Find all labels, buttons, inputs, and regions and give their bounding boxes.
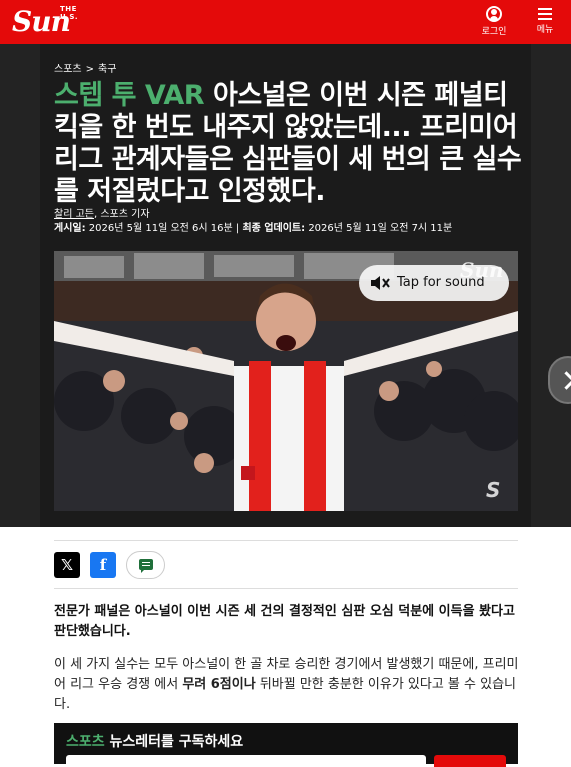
author-role: , 스포츠 기자 bbox=[93, 209, 150, 220]
share-facebook-button[interactable]: f bbox=[90, 552, 116, 578]
menu-button[interactable]: 메뉴 bbox=[530, 6, 560, 40]
video-watermark-logo: Sun bbox=[460, 258, 504, 282]
breadcrumb-item-football[interactable]: 축구 bbox=[98, 64, 116, 75]
newsletter-title-accent: 스포츠 bbox=[66, 734, 105, 750]
newsletter-email-field[interactable] bbox=[66, 755, 426, 767]
logo-edition: THE U.S. bbox=[60, 5, 79, 21]
comment-icon bbox=[139, 559, 153, 573]
published-date: 2026년 5월 11일 오전 6시 16분 bbox=[85, 223, 233, 234]
published-label: 게시일: bbox=[54, 223, 86, 234]
breadcrumb-separator: > bbox=[85, 64, 94, 75]
byline: 찰리 고든, 스포츠 기자 게시일: 2026년 5월 11일 오전 6시 16… bbox=[54, 208, 452, 236]
newsletter-title-text: 뉴스레터를 구독하세요 bbox=[104, 734, 244, 750]
login-label: 로그인 bbox=[481, 27, 507, 37]
date-divider: | bbox=[232, 223, 243, 234]
updated-label: 최종 업데이트: bbox=[242, 223, 306, 234]
paragraph-highlight: 무려 6점이나 bbox=[182, 677, 256, 692]
user-icon bbox=[486, 6, 502, 22]
photo-agency-mark: S bbox=[486, 478, 501, 502]
newsletter-submit-button[interactable] bbox=[434, 755, 506, 767]
login-button[interactable]: 로그인 bbox=[478, 6, 510, 40]
updated-date: 2026년 5월 11일 오전 7시 11분 bbox=[305, 223, 453, 234]
share-divider-top bbox=[54, 540, 518, 541]
headline-kicker: 스텝 투 VAR bbox=[54, 80, 205, 111]
breadcrumb-item-sports[interactable]: 스포츠 bbox=[54, 64, 82, 75]
article-paragraph: 이 세 가지 실수는 모두 아스널이 한 골 차로 승리한 경기에서 발생했기 … bbox=[54, 655, 524, 715]
author-link[interactable]: 찰리 고든 bbox=[54, 209, 94, 220]
hamburger-icon bbox=[538, 8, 552, 20]
newsletter-title: 스포츠 뉴스레터를 구독하세요 bbox=[66, 731, 243, 751]
share-x-button[interactable]: 𝕏 bbox=[54, 552, 80, 578]
breadcrumb: 스포츠 > 축구 bbox=[54, 60, 116, 75]
share-divider-bottom bbox=[54, 588, 518, 589]
newsletter-signup: 스포츠 뉴스레터를 구독하세요 bbox=[54, 723, 518, 767]
comments-button[interactable] bbox=[126, 551, 165, 579]
article-headline: 스텝 투 VAR 아스널은 이번 시즌 페널티 킥을 한 번도 내주지 않았는데… bbox=[54, 80, 524, 208]
menu-label: 메뉴 bbox=[536, 25, 554, 35]
top-navigation-bar: Sun THE U.S. 로그인 메뉴 bbox=[0, 0, 571, 44]
mute-icon bbox=[371, 276, 390, 290]
article-lede: 전문가 패널은 아스널이 이번 시즌 세 건의 결정적인 심판 오심 덕분에 이… bbox=[54, 604, 515, 639]
